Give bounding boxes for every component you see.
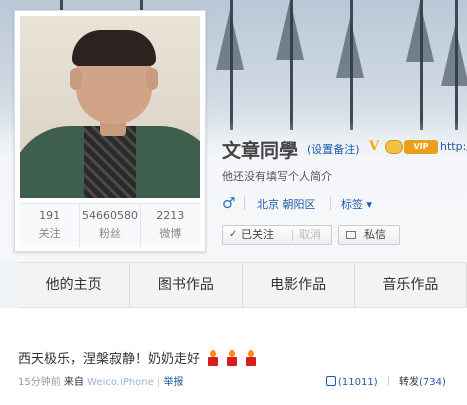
profile-url-link[interactable]: http:/ — [440, 140, 467, 153]
stat-followers-count: 54660580 — [81, 209, 138, 222]
male-gender-icon: ♂ — [222, 194, 236, 212]
profile-name: 文章同學 — [222, 140, 299, 162]
stat-followers[interactable]: 54660580 粉丝 — [80, 204, 141, 247]
level-badge-icon[interactable] — [385, 140, 403, 154]
post-time[interactable]: 15分钟前 — [18, 377, 61, 388]
feed-item: 西天极乐，涅槃寂静！奶奶走好 15分钟前 来自 Weico.iPhone | 举… — [0, 308, 467, 405]
candle-icon — [207, 350, 219, 366]
tab-music[interactable]: 音乐作品 — [355, 263, 467, 307]
followed-button[interactable]: ✓ 已关注 取消 — [222, 225, 332, 245]
candle-icon — [245, 350, 257, 366]
stat-weibo[interactable]: 2213 微博 — [141, 204, 200, 247]
tab-books[interactable]: 图书作品 — [130, 263, 243, 307]
profile-bio: 他还没有填写个人简介 — [222, 170, 332, 183]
tags-dropdown[interactable]: 标签 ▾ — [341, 196, 372, 212]
post-actions: (11011) 转发(734) — [326, 373, 446, 388]
followed-label: 已关注 — [241, 228, 274, 241]
post-text: 西天极乐，涅槃寂静！奶奶走好 — [18, 348, 257, 367]
report-link[interactable]: 举报 — [163, 377, 183, 388]
verified-v-icon[interactable]: V — [369, 139, 383, 154]
message-label: 私信 — [364, 228, 386, 241]
post-meta: 15分钟前 来自 Weico.iPhone | 举报 — [18, 377, 184, 388]
like-count: (11011) — [338, 377, 378, 388]
repost-label: 转发 — [399, 377, 419, 388]
stat-following[interactable]: 191 关注 — [20, 204, 81, 247]
profile-tabs: 他的主页 图书作品 电影作品 音乐作品 — [18, 262, 467, 308]
profile-location[interactable]: 北京 朝阳区 — [257, 196, 316, 212]
post-content: 西天极乐，涅槃寂静！奶奶走好 — [18, 352, 201, 367]
divider — [330, 196, 331, 210]
avatar[interactable] — [20, 16, 200, 198]
stat-weibo-label: 微博 — [159, 227, 182, 240]
cancel-follow-button[interactable]: 取消 — [299, 226, 321, 244]
like-button[interactable]: (11011) — [326, 376, 378, 388]
tab-home[interactable]: 他的主页 — [18, 263, 131, 307]
check-icon: ✓ — [229, 229, 238, 240]
envelope-icon — [346, 231, 356, 239]
tab-movies[interactable]: 电影作品 — [243, 263, 355, 307]
stat-following-count: 191 — [39, 209, 61, 222]
candle-icon — [226, 350, 238, 366]
post-source-app[interactable]: Weico.iPhone — [87, 377, 154, 388]
repost-count: (734) — [419, 377, 446, 388]
avatar-card: 191 关注 54660580 粉丝 2213 微博 — [14, 10, 206, 252]
vip-badge-icon[interactable]: VIP — [404, 140, 438, 154]
post-source-label: 来自 — [63, 377, 84, 388]
stat-weibo-count: 2213 — [156, 209, 185, 222]
stat-followers-label: 粉丝 — [98, 227, 121, 240]
set-remark-link[interactable]: (设置备注) — [307, 141, 360, 157]
thumbs-up-icon — [326, 376, 336, 386]
repost-button[interactable]: 转发(734) — [399, 377, 446, 388]
message-button[interactable]: 私信 — [338, 225, 400, 245]
stat-following-label: 关注 — [38, 227, 61, 240]
profile-stats: 191 关注 54660580 粉丝 2213 微博 — [20, 203, 200, 247]
divider — [244, 196, 245, 210]
